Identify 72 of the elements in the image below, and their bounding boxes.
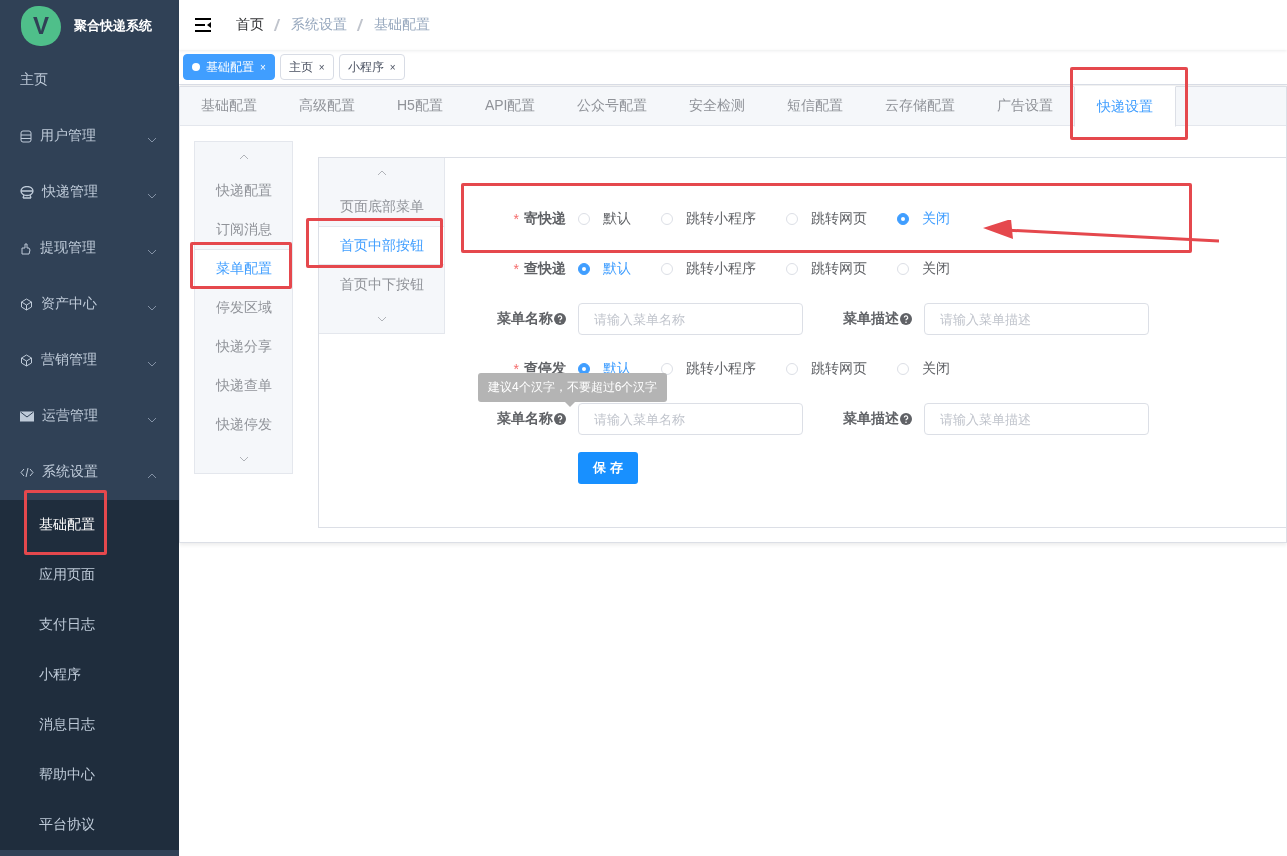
chevron-down-icon[interactable] xyxy=(238,455,249,462)
sidebar-item[interactable]: 资产中心 xyxy=(0,276,179,332)
help-icon[interactable] xyxy=(900,313,912,325)
tooltip-pointer-icon xyxy=(565,402,575,407)
sidebar-item[interactable]: 主页 xyxy=(0,52,179,108)
code-icon xyxy=(20,466,34,478)
radio-label[interactable]: 跳转网页 xyxy=(811,360,867,378)
required-mark: * xyxy=(513,211,519,227)
chevron-up-icon[interactable] xyxy=(376,169,387,176)
help-icon[interactable] xyxy=(554,313,566,325)
cube-icon xyxy=(20,353,33,367)
submenu-item[interactable]: 消息日志 xyxy=(0,700,179,750)
close-icon[interactable]: × xyxy=(318,61,325,73)
chevron-down-icon[interactable] xyxy=(147,193,157,199)
chevron-up-icon[interactable] xyxy=(147,473,157,479)
sidebar-item[interactable]: 运营管理 xyxy=(0,388,179,444)
database-icon xyxy=(20,129,32,143)
breadcrumb-item[interactable]: 首页 xyxy=(236,16,264,34)
radio-label[interactable]: 关闭 xyxy=(922,360,950,378)
submenu-item[interactable]: 小程序 xyxy=(0,650,179,700)
logo-icon: V xyxy=(21,6,61,46)
tag[interactable]: 小程序 × xyxy=(338,54,405,80)
field-label: 查快递 xyxy=(524,260,566,278)
field-label: 寄快递 xyxy=(524,210,566,228)
text-input[interactable]: 请输入菜单描述 xyxy=(924,303,1149,335)
radio-label[interactable]: 跳转小程序 xyxy=(686,260,756,278)
sidebar-item[interactable]: 快递管理 xyxy=(0,164,179,220)
sidebar-item[interactable]: 系统设置 xyxy=(0,444,179,500)
required-mark: * xyxy=(513,261,519,277)
radio-button[interactable] xyxy=(897,213,909,225)
radio-label[interactable]: 跳转网页 xyxy=(811,260,867,278)
submenu-item[interactable]: 平台协议 xyxy=(0,800,179,850)
radio-label[interactable]: 关闭 xyxy=(922,260,950,278)
submenu-item[interactable]: 帮助中心 xyxy=(0,750,179,800)
radio-button[interactable] xyxy=(578,263,590,275)
hand-icon xyxy=(20,241,32,255)
radio-label[interactable]: 跳转小程序 xyxy=(686,360,756,378)
breadcrumb-item: 基础配置 xyxy=(374,16,430,34)
chevron-down-icon[interactable] xyxy=(147,249,157,255)
chevron-down-icon[interactable] xyxy=(376,315,387,322)
sidebar-item[interactable]: 营销管理 xyxy=(0,332,179,388)
field-label: 菜单名称 xyxy=(497,310,553,328)
submenu-item[interactable]: 基础配置 xyxy=(0,500,179,550)
tag[interactable]: 主页 × xyxy=(279,54,334,80)
chevron-down-icon[interactable] xyxy=(147,361,157,367)
chevron-down-icon[interactable] xyxy=(147,137,157,143)
robot-icon xyxy=(20,185,34,199)
text-input[interactable]: 请输入菜单名称 xyxy=(578,303,803,335)
dot-icon xyxy=(192,63,200,71)
radio-label[interactable]: 跳转小程序 xyxy=(686,210,756,228)
sidebar-item[interactable]: 用户管理 xyxy=(0,108,179,164)
chevron-up-icon[interactable] xyxy=(238,153,249,160)
sidebar-item[interactable]: 提现管理 xyxy=(0,220,179,276)
text-input[interactable]: 请输入菜单描述 xyxy=(924,403,1149,435)
cube-icon xyxy=(20,297,33,311)
submenu-item[interactable]: 支付日志 xyxy=(0,600,179,650)
help-icon[interactable] xyxy=(900,413,912,425)
field-label: 菜单描述 xyxy=(843,410,899,428)
mail-icon xyxy=(20,410,34,422)
field-label: 菜单描述 xyxy=(843,310,899,328)
menu-icon[interactable] xyxy=(195,18,211,32)
tooltip: 建议4个汉字，不要超过6个汉字 xyxy=(478,373,668,402)
text-input[interactable]: 请输入菜单名称 xyxy=(578,403,803,435)
close-icon[interactable]: × xyxy=(389,61,396,73)
help-icon[interactable] xyxy=(554,413,566,425)
chevron-down-icon[interactable] xyxy=(147,417,157,423)
submenu-item[interactable]: 应用页面 xyxy=(0,550,179,600)
chevron-down-icon[interactable] xyxy=(147,305,157,311)
radio-label[interactable]: 默认 xyxy=(603,210,631,228)
field-label: 菜单名称 xyxy=(497,410,553,428)
radio-label[interactable]: 跳转网页 xyxy=(811,210,867,228)
app-title: 聚合快递系统 xyxy=(74,17,152,35)
